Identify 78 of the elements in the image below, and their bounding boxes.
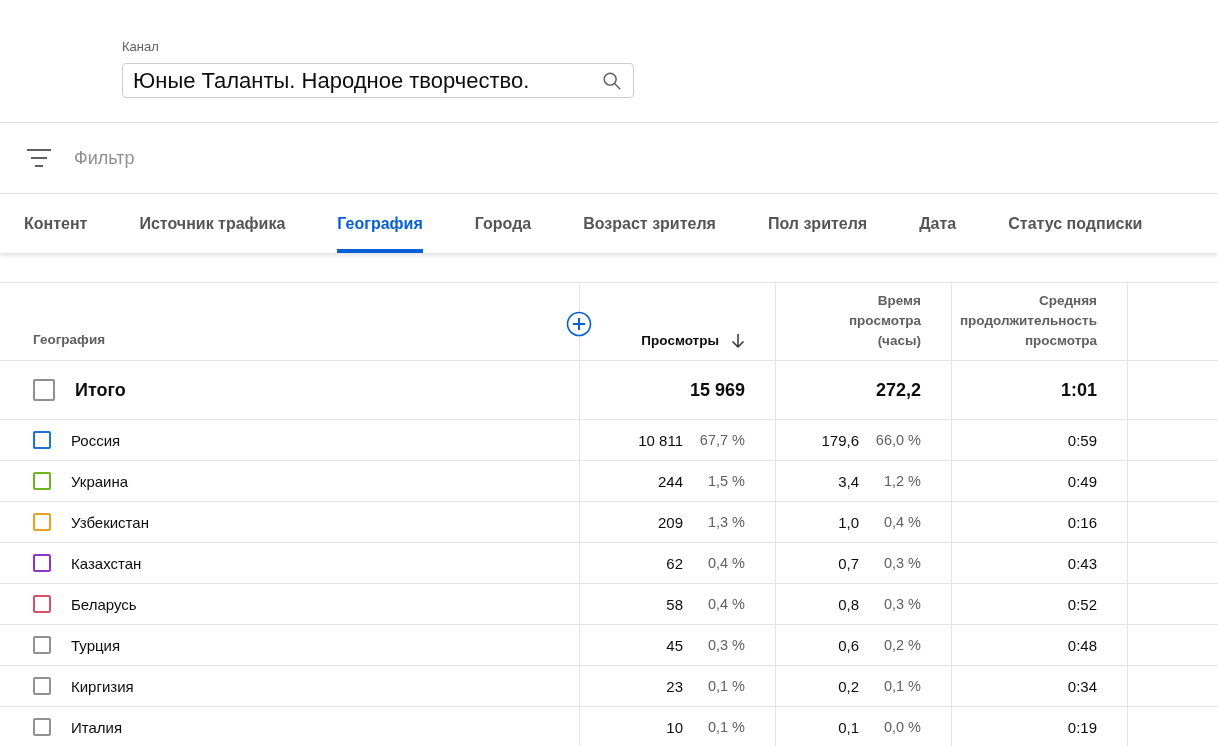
watch-time-percent: 0,0 % (882, 719, 921, 735)
checkbox[interactable] (33, 472, 51, 490)
average-duration-value: 0:19 (1067, 718, 1097, 736)
average-duration-value: 0:59 (1067, 431, 1097, 449)
views-value: 45 (666, 636, 683, 654)
column-header[interactable]: География (33, 330, 106, 350)
watch-time-percent: 66,0 % (874, 432, 921, 448)
filter-icon[interactable] (26, 147, 52, 169)
average-duration-value: 0:16 (1067, 513, 1097, 531)
views-percent: 0,3 % (706, 637, 745, 653)
total-value: 272,2 (875, 379, 921, 401)
country-name: Турция (71, 636, 121, 654)
views-value: 10 (666, 718, 683, 736)
add-column-icon[interactable] (566, 311, 592, 337)
checkbox[interactable] (33, 595, 51, 613)
watch-time-value: 179,6 (821, 431, 859, 449)
watch-time-value: 0,1 (838, 718, 859, 736)
views-percent: 0,4 % (706, 555, 745, 571)
column-header[interactable]: Просмотры (641, 331, 719, 351)
sort-down-arrow-icon[interactable] (731, 333, 745, 349)
checkbox[interactable] (33, 513, 51, 531)
tab[interactable]: Пол зрителя (767, 194, 868, 253)
views-percent: 1,5 % (706, 473, 745, 489)
country-name: Россия (71, 431, 121, 449)
tab[interactable]: География (337, 194, 423, 253)
watch-time-percent: 0,4 % (882, 514, 921, 530)
views-value: 209 (657, 513, 683, 531)
watch-time-percent: 0,2 % (882, 637, 921, 653)
views-value: 58 (666, 595, 683, 613)
tab[interactable]: Источник трафика (139, 194, 286, 253)
tab[interactable]: Контент (24, 194, 88, 253)
views-percent: 0,1 % (706, 719, 745, 735)
views-value: 10 811 (638, 431, 683, 449)
country-name: Беларусь (71, 595, 137, 613)
watch-time-value: 0,8 (838, 595, 859, 613)
checkbox[interactable] (33, 554, 51, 572)
watch-time-value: 3,4 (838, 472, 859, 490)
total-value: 15 969 (689, 379, 745, 401)
country-name: Украина (71, 472, 129, 490)
views-percent: 0,1 % (706, 678, 745, 694)
country-name: Узбекистан (71, 513, 149, 531)
channel-search-field[interactable]: Юные Таланты. Народное творчество. (122, 63, 634, 98)
country-name: Киргизия (71, 677, 134, 695)
field-label: Канал (122, 39, 159, 55)
country-name: Италия (71, 718, 123, 736)
watch-time-percent: 0,3 % (882, 555, 921, 571)
watch-time-value: 1,0 (838, 513, 859, 531)
views-percent: 1,3 % (706, 514, 745, 530)
average-duration-value: 0:34 (1067, 677, 1097, 695)
tab[interactable]: Города (474, 194, 532, 253)
average-duration-value: 0:48 (1067, 636, 1097, 654)
checkbox[interactable] (33, 431, 51, 449)
country-name: Казахстан (71, 554, 142, 572)
views-percent: 67,7 % (698, 432, 745, 448)
views-value: 62 (666, 554, 683, 572)
total-value: 1:01 (1060, 379, 1097, 401)
average-duration-value: 0:43 (1067, 554, 1097, 572)
total-label: Итого (75, 379, 126, 401)
tab[interactable]: Дата (919, 194, 957, 253)
views-value: 244 (657, 472, 683, 490)
column-header[interactable]: Средняя продолжительность просмотра (959, 291, 1097, 351)
views-value: 23 (666, 677, 683, 695)
tab[interactable]: Статус подписки (1008, 194, 1143, 253)
checkbox[interactable] (33, 636, 51, 654)
watch-time-value: 0,7 (838, 554, 859, 572)
column-header[interactable]: Время просмотра (часы) (848, 291, 921, 351)
checkbox[interactable] (33, 677, 51, 695)
checkbox[interactable] (33, 718, 51, 736)
watch-time-value: 0,2 (838, 677, 859, 695)
average-duration-value: 0:49 (1067, 472, 1097, 490)
average-duration-value: 0:52 (1067, 595, 1097, 613)
tab[interactable]: Возраст зрителя (583, 194, 716, 253)
checkbox[interactable] (33, 379, 55, 401)
watch-time-percent: 0,3 % (882, 596, 921, 612)
watch-time-value: 0,6 (838, 636, 859, 654)
watch-time-percent: 0,1 % (882, 678, 921, 694)
watch-time-percent: 1,2 % (882, 473, 921, 489)
views-percent: 0,4 % (706, 596, 745, 612)
